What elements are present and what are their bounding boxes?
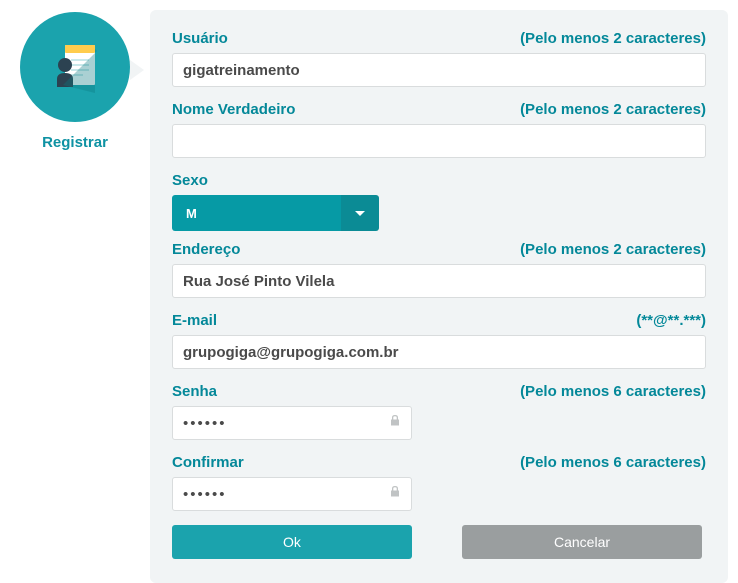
nome-label: Nome Verdadeiro: [172, 101, 295, 118]
chevron-down-icon: [341, 195, 379, 231]
usuario-label-row: Usuário (Pelo menos 2 caracteres): [172, 30, 706, 47]
email-label-row: E-mail (**@**.***): [172, 312, 706, 329]
nome-hint: (Pelo menos 2 caracteres): [520, 101, 706, 118]
lock-icon: [388, 414, 402, 433]
ok-button[interactable]: Ok: [172, 525, 412, 559]
document-person-icon: [43, 35, 107, 99]
lock-icon: [388, 485, 402, 504]
register-form: Usuário (Pelo menos 2 caracteres) Nome V…: [150, 10, 728, 583]
confirmar-input[interactable]: [172, 477, 412, 511]
button-row: Ok Cancelar: [172, 525, 706, 559]
email-label: E-mail: [172, 312, 217, 329]
nome-label-row: Nome Verdadeiro (Pelo menos 2 caracteres…: [172, 101, 706, 118]
usuario-hint: (Pelo menos 2 caracteres): [520, 30, 706, 47]
sexo-label-row: Sexo: [172, 172, 706, 189]
endereco-label-row: Endereço (Pelo menos 2 caracteres): [172, 241, 706, 258]
email-hint: (**@**.***): [636, 312, 706, 329]
register-container: Registrar Usuário (Pelo menos 2 caracter…: [0, 0, 738, 583]
usuario-input[interactable]: [172, 53, 706, 87]
sexo-label: Sexo: [172, 172, 208, 189]
senha-hint: (Pelo menos 6 caracteres): [520, 383, 706, 400]
senha-wrap: [172, 406, 412, 440]
confirmar-wrap: [172, 477, 412, 511]
sexo-select[interactable]: M: [172, 195, 379, 231]
senha-input[interactable]: [172, 406, 412, 440]
sexo-value: M: [172, 195, 341, 231]
usuario-label: Usuário: [172, 30, 228, 47]
endereco-label: Endereço: [172, 241, 240, 258]
senha-label: Senha: [172, 383, 217, 400]
email-input[interactable]: [172, 335, 706, 369]
senha-label-row: Senha (Pelo menos 6 caracteres): [172, 383, 706, 400]
nome-input[interactable]: [172, 124, 706, 158]
registrar-title: Registrar: [42, 134, 108, 151]
confirmar-hint: (Pelo menos 6 caracteres): [520, 454, 706, 471]
endereco-input[interactable]: [172, 264, 706, 298]
register-icon: [20, 12, 130, 122]
confirmar-label: Confirmar: [172, 454, 244, 471]
endereco-hint: (Pelo menos 2 caracteres): [520, 241, 706, 258]
sidebar: Registrar: [0, 10, 150, 583]
cancel-button[interactable]: Cancelar: [462, 525, 702, 559]
confirmar-label-row: Confirmar (Pelo menos 6 caracteres): [172, 454, 706, 471]
